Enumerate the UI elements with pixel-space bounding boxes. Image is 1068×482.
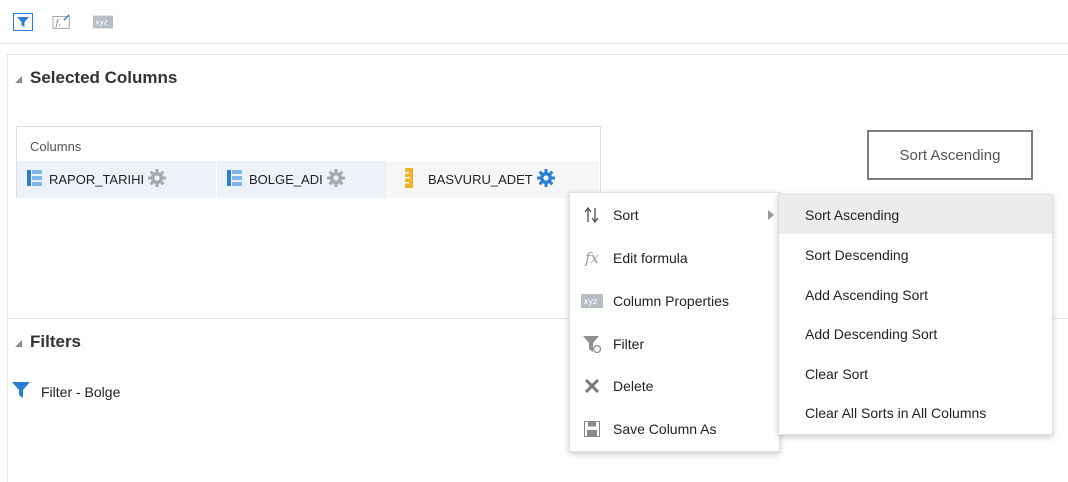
fx-icon: fx bbox=[584, 249, 599, 267]
column-chip-rapor-tarihi[interactable]: RAPOR_TARIHI bbox=[17, 161, 217, 198]
column-name: BOLGE_ADI bbox=[249, 172, 323, 187]
toolbar: f. xyz bbox=[0, 0, 1068, 44]
save-icon bbox=[581, 419, 603, 439]
svg-text:xyz: xyz bbox=[95, 18, 108, 27]
sort-submenu: Sort Ascending Sort Descending Add Ascen… bbox=[778, 194, 1053, 435]
menu-item-edit-formula[interactable]: fx Edit formula bbox=[570, 238, 781, 278]
selected-columns-header[interactable]: Selected Columns bbox=[15, 68, 177, 88]
columns-row: RAPOR_TARIHI BOLGE_ADI BASVURU_ADET bbox=[17, 161, 600, 198]
menu-item-sort[interactable]: Sort bbox=[570, 195, 781, 235]
selected-columns-title: Selected Columns bbox=[30, 68, 178, 87]
column-properties-icon: xyz bbox=[581, 291, 603, 311]
measure-column-icon bbox=[404, 168, 414, 191]
submenu-item-clear-all-sorts[interactable]: Clear All Sorts in All Columns bbox=[779, 393, 1052, 432]
menu-item-column-properties[interactable]: xyz Column Properties bbox=[570, 281, 781, 321]
attribute-column-icon bbox=[227, 170, 242, 189]
collapse-triangle-icon[interactable] bbox=[15, 75, 22, 83]
submenu-arrow-icon bbox=[768, 210, 774, 220]
formula-icon[interactable]: f. bbox=[52, 12, 72, 32]
submenu-item-add-ascending-sort[interactable]: Add Ascending Sort bbox=[779, 275, 1052, 314]
menu-item-filter[interactable]: Filter bbox=[570, 324, 781, 364]
submenu-item-sort-descending[interactable]: Sort Descending bbox=[779, 235, 1052, 274]
filter-icon[interactable] bbox=[13, 12, 33, 32]
submenu-item-clear-sort[interactable]: Clear Sort bbox=[779, 354, 1052, 393]
submenu-item-sort-ascending[interactable]: Sort Ascending bbox=[779, 195, 1052, 234]
column-name: BASVURU_ADET bbox=[428, 172, 533, 187]
column-chip-bolge-adi[interactable]: BOLGE_ADI bbox=[217, 161, 388, 198]
column-name: RAPOR_TARIHI bbox=[49, 172, 145, 187]
menu-item-label: Save Column As bbox=[613, 421, 717, 437]
delete-icon bbox=[581, 376, 603, 396]
filter-icon bbox=[12, 382, 30, 401]
column-properties-icon[interactable]: xyz bbox=[93, 12, 113, 32]
menu-item-label: Delete bbox=[613, 378, 654, 394]
filter-label: Filter - Bolge bbox=[41, 383, 121, 400]
menu-item-save-column-as[interactable]: Save Column As bbox=[570, 409, 781, 449]
filter-item[interactable]: Filter - Bolge bbox=[12, 382, 120, 401]
sort-ascending-callout: Sort Ascending bbox=[867, 130, 1033, 180]
svg-text:xyz: xyz bbox=[584, 297, 598, 306]
columns-box: Columns RAPOR_TARIHI BOLGE_ADI BASVURU_A… bbox=[16, 126, 601, 198]
filters-header[interactable]: Filters bbox=[15, 332, 81, 352]
collapse-triangle-icon[interactable] bbox=[15, 339, 22, 347]
menu-item-label: Filter bbox=[613, 336, 645, 352]
menu-item-delete[interactable]: Delete bbox=[570, 366, 781, 406]
gear-icon[interactable] bbox=[148, 169, 167, 190]
menu-item-label: Column Properties bbox=[613, 293, 729, 309]
gear-icon[interactable] bbox=[536, 169, 555, 190]
filters-title: Filters bbox=[30, 332, 82, 351]
gear-icon[interactable] bbox=[326, 169, 345, 190]
menu-item-label: Edit formula bbox=[613, 250, 688, 266]
column-context-menu: Sort fx Edit formula xyz Column Properti… bbox=[569, 192, 780, 452]
svg-text:f.: f. bbox=[55, 18, 61, 28]
submenu-item-add-descending-sort[interactable]: Add Descending Sort bbox=[779, 314, 1052, 353]
filter-icon bbox=[581, 334, 603, 354]
menu-item-label: Sort bbox=[613, 207, 639, 223]
columns-label: Columns bbox=[30, 139, 82, 154]
sort-icon bbox=[581, 205, 603, 225]
attribute-column-icon bbox=[27, 170, 42, 189]
